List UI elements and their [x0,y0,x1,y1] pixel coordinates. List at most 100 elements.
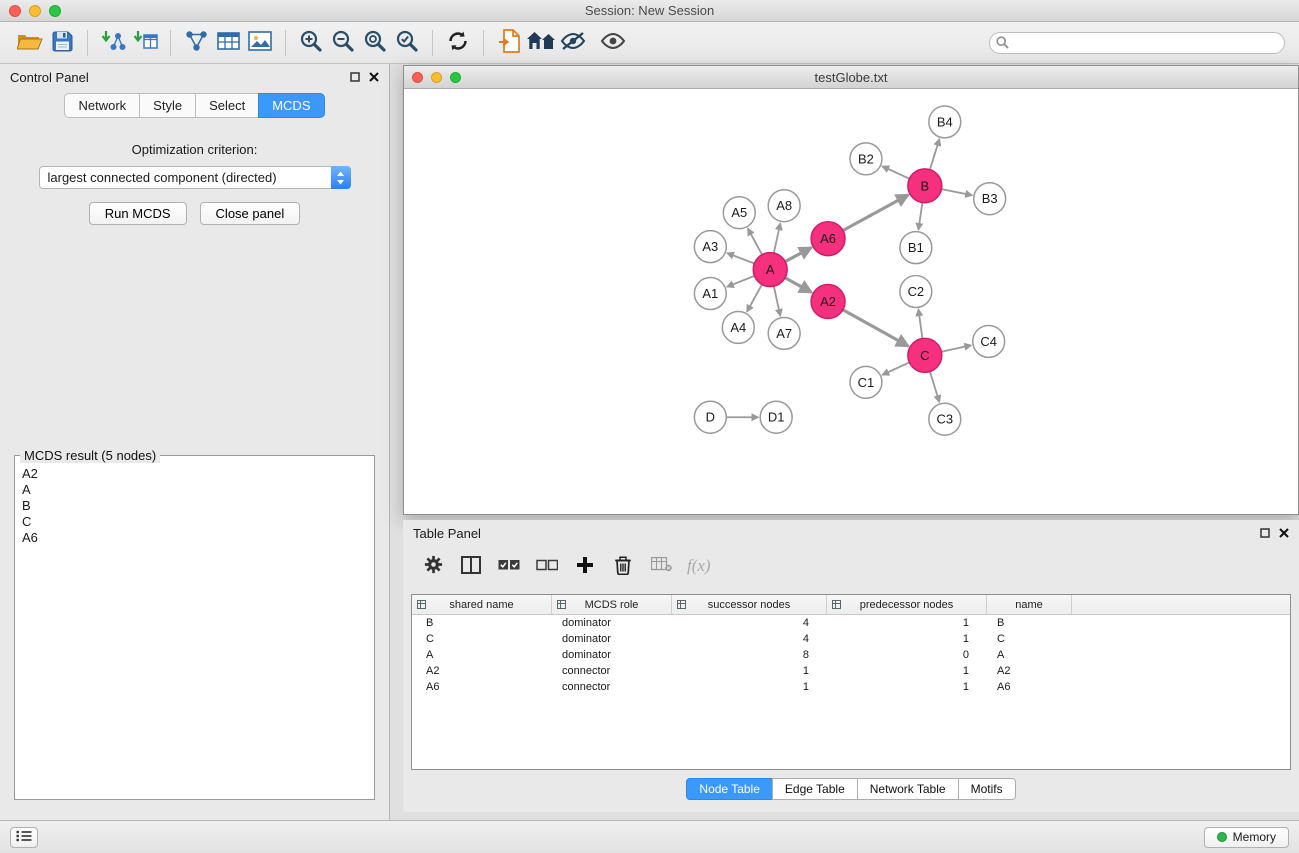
result-item[interactable]: A2 [17,466,372,482]
show-panels-button[interactable] [10,827,38,848]
import-network-button[interactable] [97,27,129,59]
table-row[interactable]: A6connector11A6 [412,679,1290,695]
criterion-select[interactable]: largest connected component (directed) [39,166,351,189]
graph-edge-A-A1[interactable] [727,276,754,287]
graph-edge-C-C4[interactable] [941,345,971,352]
column-header-name[interactable]: name [987,595,1072,614]
tab-edge-table[interactable]: Edge Table [772,778,858,800]
memory-button[interactable]: Memory [1204,827,1289,848]
column-header-successor-nodes[interactable]: successor nodes [672,595,827,614]
graph-edge-C-C1[interactable] [882,362,909,374]
graph-edge-A-A4[interactable] [747,284,762,311]
zoom-in-button[interactable] [295,27,327,59]
graph-edge-B-B1[interactable] [918,203,922,230]
deselect-all-button[interactable] [531,550,563,582]
import-table-button[interactable] [129,27,161,59]
show-graphics-button[interactable] [597,27,629,59]
search-input[interactable] [989,32,1285,54]
run-mcds-button[interactable]: Run MCDS [89,202,187,225]
home-view-button[interactable] [525,27,557,59]
graph-edge-B-B2[interactable] [882,166,909,178]
tab-select[interactable]: Select [195,93,258,118]
zoom-fit-button[interactable] [359,27,391,59]
graph-edge-A6-B[interactable] [843,195,908,231]
tab-node-table[interactable]: Node Table [686,778,773,800]
delete-table-button[interactable] [645,550,677,582]
table-cell: dominator [552,633,672,645]
delete-column-button[interactable] [607,550,639,582]
network-zoom-button[interactable] [450,72,461,83]
result-item[interactable]: C [17,514,372,530]
table-row[interactable]: Adominator80A [412,647,1290,663]
new-network-button[interactable] [180,27,212,59]
network-close-button[interactable] [412,72,423,83]
plus-icon [576,556,594,577]
tab-motifs[interactable]: Motifs [958,778,1016,800]
column-header-predecessor-nodes[interactable]: predecessor nodes [827,595,987,614]
close-panel-button[interactable]: Close panel [200,202,301,225]
result-item[interactable]: B [17,498,372,514]
close-window-button[interactable] [9,5,21,17]
open-session-button[interactable] [14,27,46,59]
graph-edge-C-C2[interactable] [918,309,922,338]
hide-graphics-button[interactable] [557,27,589,59]
column-header-mcds-role[interactable]: MCDS role [552,595,672,614]
graph-edge-B-B3[interactable] [941,189,972,195]
tab-network[interactable]: Network [64,93,139,118]
float-table-panel-icon[interactable] [1260,526,1270,541]
table-row[interactable]: A2connector11A2 [412,663,1290,679]
graph-edge-C-C3[interactable] [930,372,940,403]
zoom-window-button[interactable] [49,5,61,17]
zoom-fit-icon [363,29,387,56]
new-table-icon [217,31,240,54]
toolbar-separator [432,30,433,56]
result-item[interactable]: A6 [17,530,372,546]
table-cell: connector [552,681,672,693]
show-columns-button[interactable] [455,550,487,582]
new-table-button[interactable] [212,27,244,59]
criterion-selected-value: largest connected component (directed) [48,170,277,185]
tab-mcds[interactable]: MCDS [258,93,324,118]
export-image-button[interactable] [244,27,276,59]
function-builder-button[interactable]: f(x) [687,556,711,576]
tab-style[interactable]: Style [139,93,195,118]
graph-edge-A-A2[interactable] [785,278,811,293]
zoom-selected-button[interactable] [391,27,423,59]
close-table-panel-icon[interactable] [1279,526,1289,541]
tab-network-table[interactable]: Network Table [857,778,959,800]
graph-node-label: A3 [702,239,718,254]
graph-edge-A-A6[interactable] [785,248,811,262]
table-row[interactable]: Bdominator41B [412,615,1290,631]
table-settings-button[interactable] [417,550,449,582]
minimize-window-button[interactable] [29,5,41,17]
open-session-file-button[interactable] [493,27,525,59]
graph-edge-B-B4[interactable] [930,139,940,170]
table-cell: A2 [412,665,552,677]
save-session-button[interactable] [46,27,78,59]
graph-edge-A-A7[interactable] [774,286,781,316]
close-panel-icon[interactable] [369,70,379,85]
app-titlebar: Session: New Session [0,0,1299,22]
column-header-shared-name[interactable]: shared name [412,595,552,614]
graph-edge-A-A3[interactable] [727,253,754,263]
zoom-out-icon [331,29,355,56]
apply-layout-button[interactable] [442,27,474,59]
network-minimize-button[interactable] [431,72,442,83]
table-row[interactable]: Cdominator41C [412,631,1290,647]
network-window-titlebar[interactable]: testGlobe.txt [404,66,1298,89]
attribute-icon [557,600,566,612]
network-canvas[interactable]: B4B2BB3A5A8A6A3AB1A1A2C2A4A7C4CC1DD1C3 [404,89,1298,514]
graph-edge-A-A8[interactable] [774,223,781,253]
zoom-selected-icon [395,29,419,56]
graph-node-label: C4 [980,334,997,349]
graph-node-label: A7 [776,326,792,341]
image-export-icon [248,31,272,54]
graph-edge-A-A5[interactable] [748,228,762,254]
add-column-button[interactable] [569,550,601,582]
table-toolbar: f(x) [403,546,1299,586]
zoom-out-button[interactable] [327,27,359,59]
result-item[interactable]: A [17,482,372,498]
float-panel-icon[interactable] [350,70,360,85]
graph-edge-A2-C[interactable] [843,310,908,346]
select-all-button[interactable] [493,550,525,582]
